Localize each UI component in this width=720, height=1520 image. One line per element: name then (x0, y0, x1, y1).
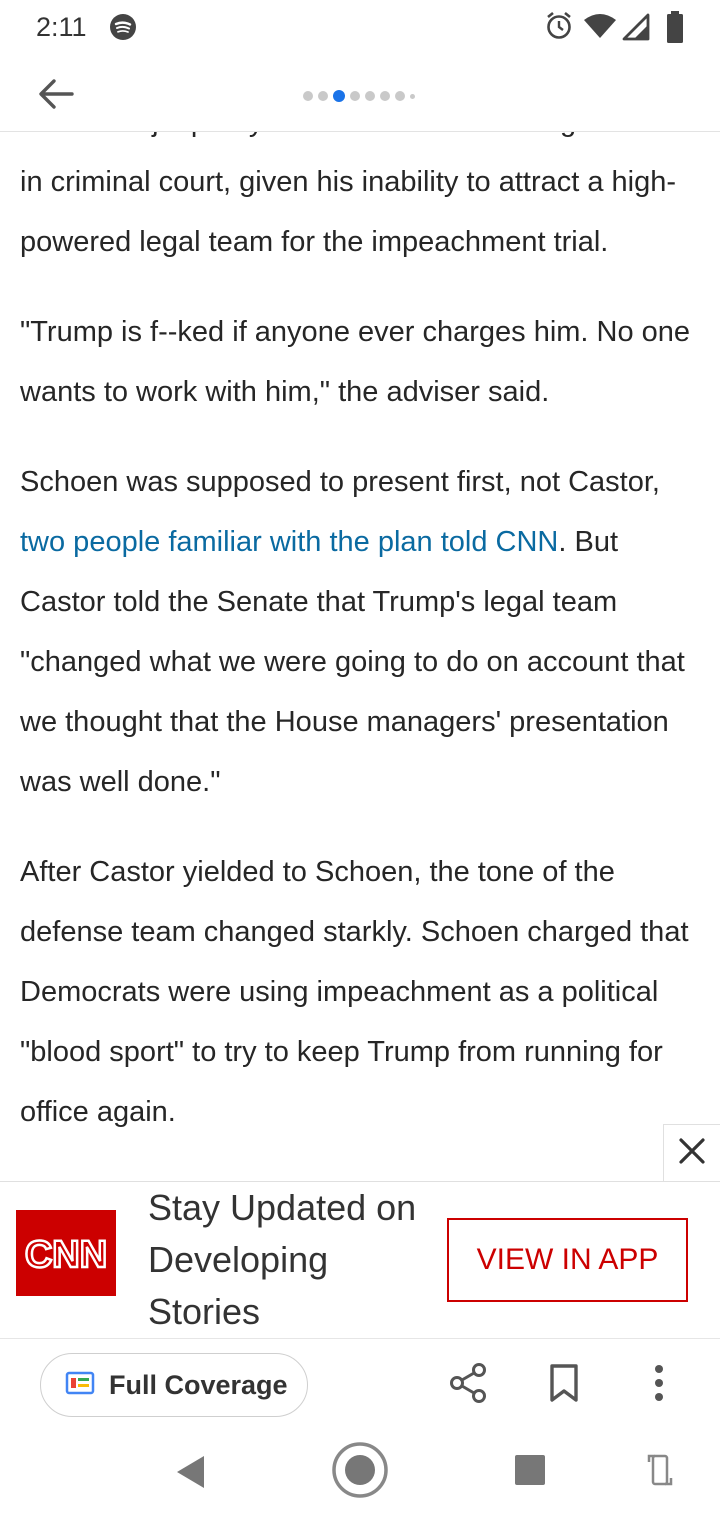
bookmark-icon (549, 1363, 579, 1408)
page-dot (380, 91, 390, 101)
alarm-icon (544, 10, 574, 47)
page-indicator (303, 89, 415, 103)
full-coverage-label: Full Coverage (109, 1369, 288, 1400)
spotify-icon (109, 13, 137, 41)
close-icon (679, 1138, 705, 1169)
paragraph-text: . But Castor told the Senate that Trump'… (20, 526, 685, 798)
promo-close-button[interactable] (663, 1124, 720, 1182)
article-body: in serious jeopardy if he finds himself … (20, 92, 710, 1172)
nav-back-icon (174, 1454, 206, 1495)
article-paragraph: After Castor yielded to Schoen, the tone… (20, 856, 689, 1128)
back-button[interactable] (34, 74, 78, 118)
article-link[interactable]: two people familiar with the plan told C… (20, 526, 558, 558)
promo-headline: Stay Updated on Developing Stories (148, 1187, 417, 1332)
share-icon (448, 1362, 488, 1409)
page-dot (395, 91, 405, 101)
page-dot (303, 91, 313, 101)
view-in-app-button[interactable]: VIEW IN APP (447, 1218, 688, 1302)
page-dot (318, 91, 328, 101)
paragraph-text: Schoen was supposed to present first, no… (20, 466, 660, 498)
article-paragraph: in criminal court, given his inability t… (20, 166, 677, 258)
signal-icon (622, 13, 650, 46)
nav-home-icon (331, 1441, 389, 1504)
rotate-icon (646, 1452, 674, 1493)
nav-back-button[interactable] (166, 1450, 214, 1498)
article-paragraph: "Trump is f--ked if anyone ever charges … (20, 316, 691, 408)
bookmark-button[interactable] (542, 1361, 586, 1409)
more-vert-icon (654, 1364, 664, 1407)
full-coverage-button[interactable]: Full Coverage (40, 1353, 308, 1417)
cnn-logo: CNN (16, 1210, 116, 1296)
share-button[interactable] (446, 1361, 490, 1409)
full-coverage-icon (65, 1371, 95, 1400)
arrow-back-icon (38, 78, 74, 115)
system-nav-bar (0, 1428, 720, 1520)
cnn-logo-text: CNN (25, 1234, 107, 1275)
status-time: 2:11 (36, 12, 87, 42)
app-promo-banner: CNN Stay Updated on Developing Stories V… (0, 1181, 720, 1337)
nav-recents-icon (514, 1454, 546, 1491)
app-bar (0, 56, 720, 132)
nav-recents-button[interactable] (508, 1450, 552, 1494)
status-bar: 2:11 (0, 0, 720, 56)
nav-home-button[interactable] (330, 1441, 390, 1504)
more-options-button[interactable] (637, 1361, 681, 1409)
page-dot (350, 91, 360, 101)
article-paragraph: Schoen was supposed to present first, no… (20, 452, 710, 812)
bottom-toolbar: Full Coverage (0, 1338, 720, 1428)
page-dot (365, 91, 375, 101)
page-dot-active (333, 90, 345, 102)
wifi-icon (583, 13, 617, 44)
rotate-button[interactable] (638, 1450, 682, 1494)
page-dot (410, 93, 415, 99)
battery-icon (666, 11, 684, 48)
